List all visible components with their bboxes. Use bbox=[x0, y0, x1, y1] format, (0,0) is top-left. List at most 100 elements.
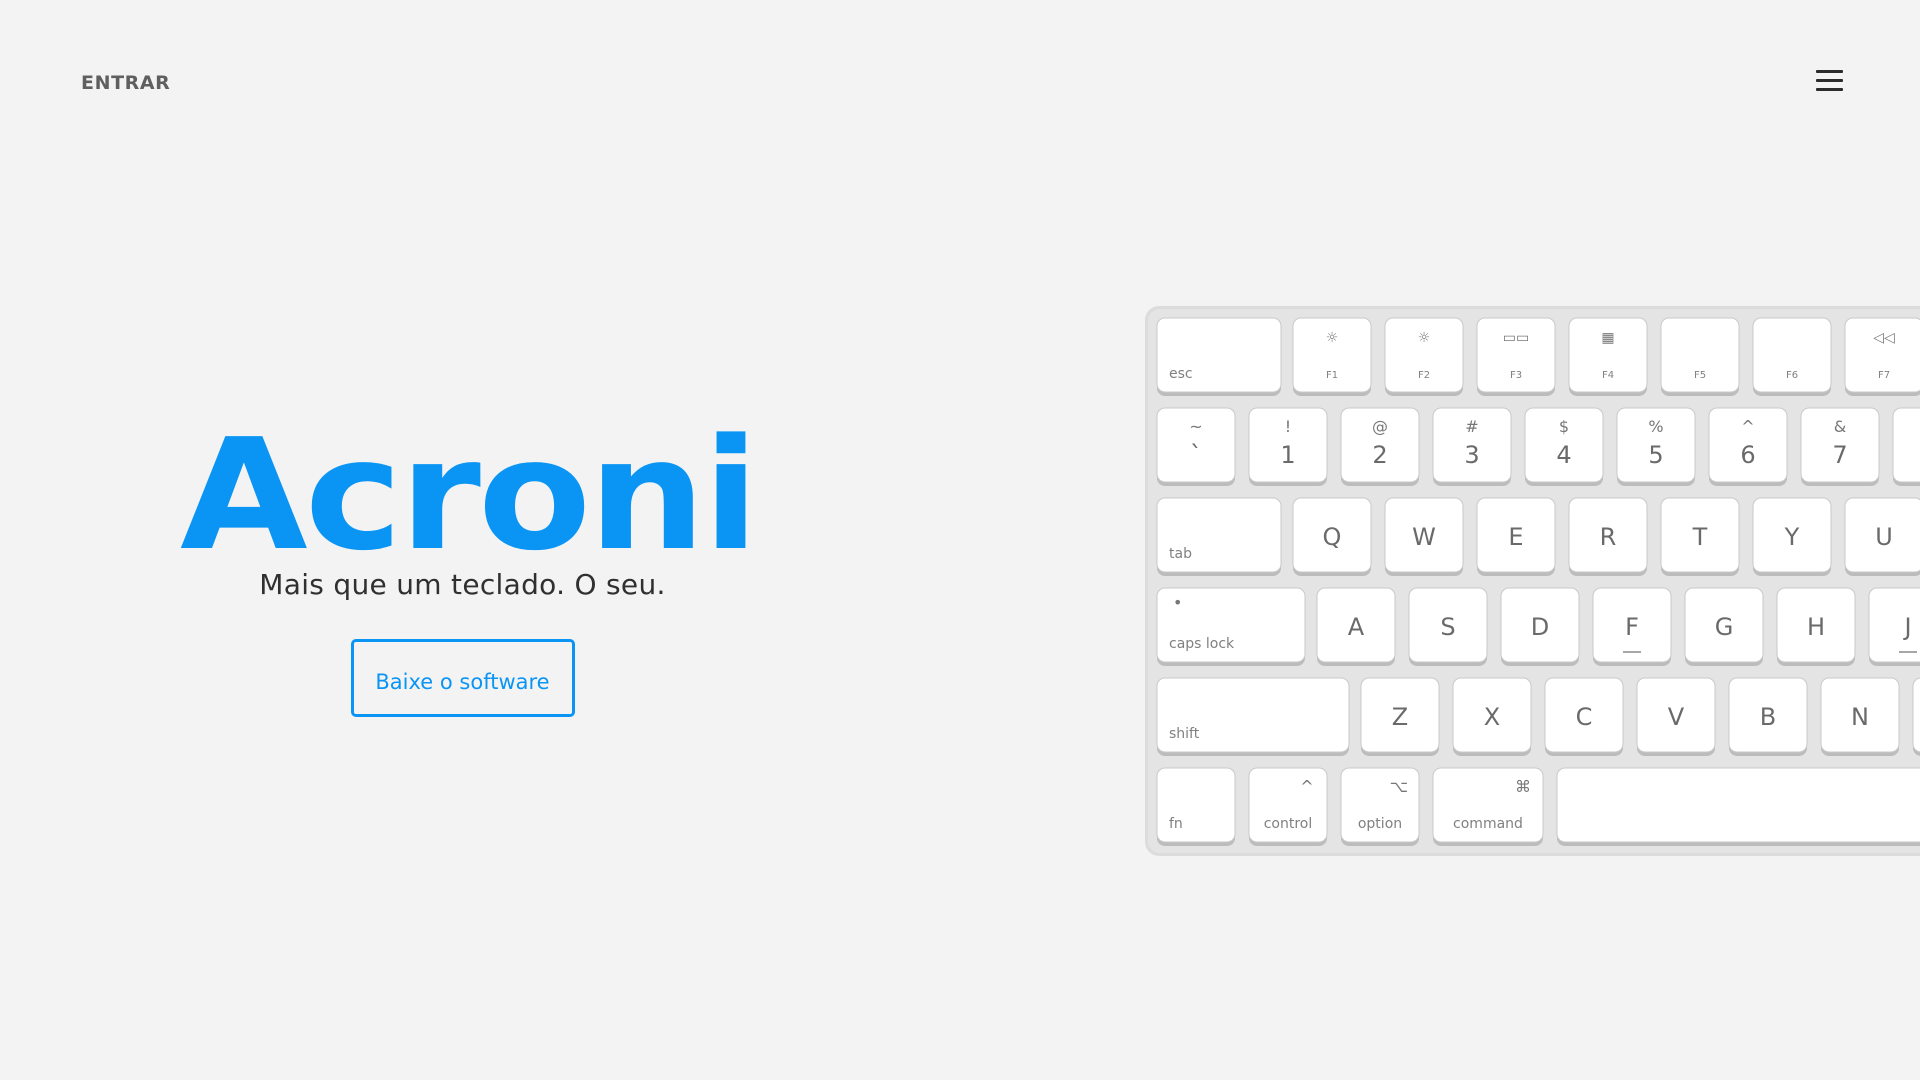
key-label: X bbox=[1484, 703, 1500, 731]
key-symbol: @ bbox=[1372, 417, 1388, 436]
keyboard-key: tab bbox=[1156, 497, 1282, 576]
keyboard-key: shift bbox=[1156, 677, 1350, 756]
key-label: W bbox=[1412, 523, 1436, 551]
key-symbol: ~ bbox=[1189, 417, 1202, 436]
keyboard-key: 5% bbox=[1616, 407, 1696, 486]
keyboard-image: esc☼F1☼F2▭▭F3▦F4 F5 F6◁◁F7`~1!2@3#4$5%6^7&… bbox=[1145, 306, 1920, 856]
keyboard-key: ▦ F4 bbox=[1568, 317, 1648, 396]
key-symbol: ^ bbox=[1741, 417, 1754, 436]
key-label: 3 bbox=[1464, 441, 1479, 469]
keyboard-key bbox=[1556, 767, 1920, 846]
menu-button[interactable] bbox=[1812, 67, 1848, 95]
key-label: V bbox=[1668, 703, 1685, 731]
key-label: T bbox=[1692, 523, 1708, 551]
key-label: E bbox=[1508, 523, 1523, 551]
keyboard-key: 1! bbox=[1248, 407, 1328, 486]
keyboard-key: F5 bbox=[1660, 317, 1740, 396]
keyboard-key: ⌘ command bbox=[1432, 767, 1544, 846]
keyboard-key: V bbox=[1636, 677, 1716, 756]
keyboard-key: C bbox=[1544, 677, 1624, 756]
key-sublabel: shift bbox=[1169, 726, 1200, 742]
keyboard-key: ☼ F2 bbox=[1384, 317, 1464, 396]
keyboard-key bbox=[1912, 677, 1920, 756]
key-symbol: ⌥ bbox=[1390, 777, 1408, 796]
keyboard-key: • caps lock bbox=[1156, 587, 1306, 666]
key-label: R bbox=[1600, 523, 1617, 551]
key-symbol: • bbox=[1173, 593, 1182, 612]
keyboard-key: H bbox=[1776, 587, 1856, 666]
keyboard-key: 6^ bbox=[1708, 407, 1788, 486]
keyboard-key: `~ bbox=[1156, 407, 1236, 486]
key-label: D bbox=[1531, 613, 1549, 641]
keyboard-key: G bbox=[1684, 587, 1764, 666]
key-label: S bbox=[1440, 613, 1455, 641]
key-sublabel: F3 bbox=[1510, 370, 1522, 381]
keyboard-key: U bbox=[1844, 497, 1920, 576]
keyboard-key: X bbox=[1452, 677, 1532, 756]
key-sublabel: F5 bbox=[1694, 370, 1706, 381]
key-symbol: ! bbox=[1285, 417, 1291, 436]
keyboard-key: fn bbox=[1156, 767, 1236, 846]
key-sublabel: F1 bbox=[1326, 370, 1338, 381]
hero-section: Acroni Mais que um teclado. O seu. Baixe… bbox=[180, 405, 759, 717]
key-sublabel: option bbox=[1358, 816, 1402, 832]
key-label: 6 bbox=[1740, 441, 1755, 469]
keyboard-key: 3# bbox=[1432, 407, 1512, 486]
key-symbol: ☼ bbox=[1326, 330, 1339, 346]
keyboard-key: E bbox=[1476, 497, 1556, 576]
key-label: B bbox=[1760, 703, 1776, 731]
key-sublabel: command bbox=[1453, 816, 1523, 832]
landing-page: ENTRAR Acroni Mais que um teclado. O seu… bbox=[0, 0, 1920, 1080]
keyboard-key: Z bbox=[1360, 677, 1440, 756]
key-label: Y bbox=[1784, 523, 1800, 551]
key-sublabel: tab bbox=[1169, 546, 1192, 562]
key-label: 4 bbox=[1556, 441, 1571, 469]
keyboard-key: Y bbox=[1752, 497, 1832, 576]
keyboard-key: F6 bbox=[1752, 317, 1832, 396]
key-label: 7 bbox=[1832, 441, 1847, 469]
keyboard-key: Q bbox=[1292, 497, 1372, 576]
key-symbol: ⌘ bbox=[1515, 777, 1531, 796]
key-symbol: ▭▭ bbox=[1503, 330, 1529, 346]
key-sublabel: F4 bbox=[1602, 370, 1614, 381]
keyboard-key: 7& bbox=[1800, 407, 1880, 486]
key-label: A bbox=[1348, 613, 1365, 641]
keyboard-key: ▭▭ F3 bbox=[1476, 317, 1556, 396]
key-label: C bbox=[1576, 703, 1593, 731]
key-label: 2 bbox=[1372, 441, 1387, 469]
keyboard-key: ◁◁ F7 bbox=[1844, 317, 1920, 396]
login-link[interactable]: ENTRAR bbox=[81, 72, 170, 94]
key-sublabel: F6 bbox=[1786, 370, 1798, 381]
keyboard-key bbox=[1892, 407, 1920, 486]
keyboard-key: 2@ bbox=[1340, 407, 1420, 486]
key-symbol: ▦ bbox=[1601, 330, 1614, 346]
keyboard-key: ☼ F1 bbox=[1292, 317, 1372, 396]
download-software-button[interactable]: Baixe o software bbox=[350, 639, 575, 717]
key-label: Z bbox=[1392, 703, 1408, 731]
key-symbol: ^ bbox=[1300, 777, 1313, 796]
keyboard-key: 4$ bbox=[1524, 407, 1604, 486]
keyboard-key: S bbox=[1408, 587, 1488, 666]
key-label: J bbox=[1902, 613, 1911, 641]
key-symbol: ☼ bbox=[1418, 330, 1431, 346]
key-label: G bbox=[1715, 613, 1734, 641]
keyboard-key: T bbox=[1660, 497, 1740, 576]
key-sublabel: caps lock bbox=[1169, 636, 1235, 652]
key-symbol: $ bbox=[1559, 417, 1569, 436]
keyboard-key: esc bbox=[1156, 317, 1282, 396]
key-sublabel: control bbox=[1264, 816, 1313, 832]
key-sublabel: fn bbox=[1169, 816, 1183, 832]
keyboard-key: N bbox=[1820, 677, 1900, 756]
key-label: U bbox=[1875, 523, 1893, 551]
key-symbol: ◁◁ bbox=[1873, 330, 1895, 346]
brand-logo: Acroni bbox=[180, 405, 759, 585]
key-label: Q bbox=[1323, 523, 1342, 551]
key-symbol: # bbox=[1465, 417, 1478, 436]
key-label: 5 bbox=[1648, 441, 1663, 469]
key-label: H bbox=[1807, 613, 1825, 641]
keyboard-key: ⌥ option bbox=[1340, 767, 1420, 846]
key-sublabel: esc bbox=[1169, 366, 1193, 382]
keyboard-key: A bbox=[1316, 587, 1396, 666]
key-label: 1 bbox=[1280, 441, 1295, 469]
keyboard-key: D bbox=[1500, 587, 1580, 666]
